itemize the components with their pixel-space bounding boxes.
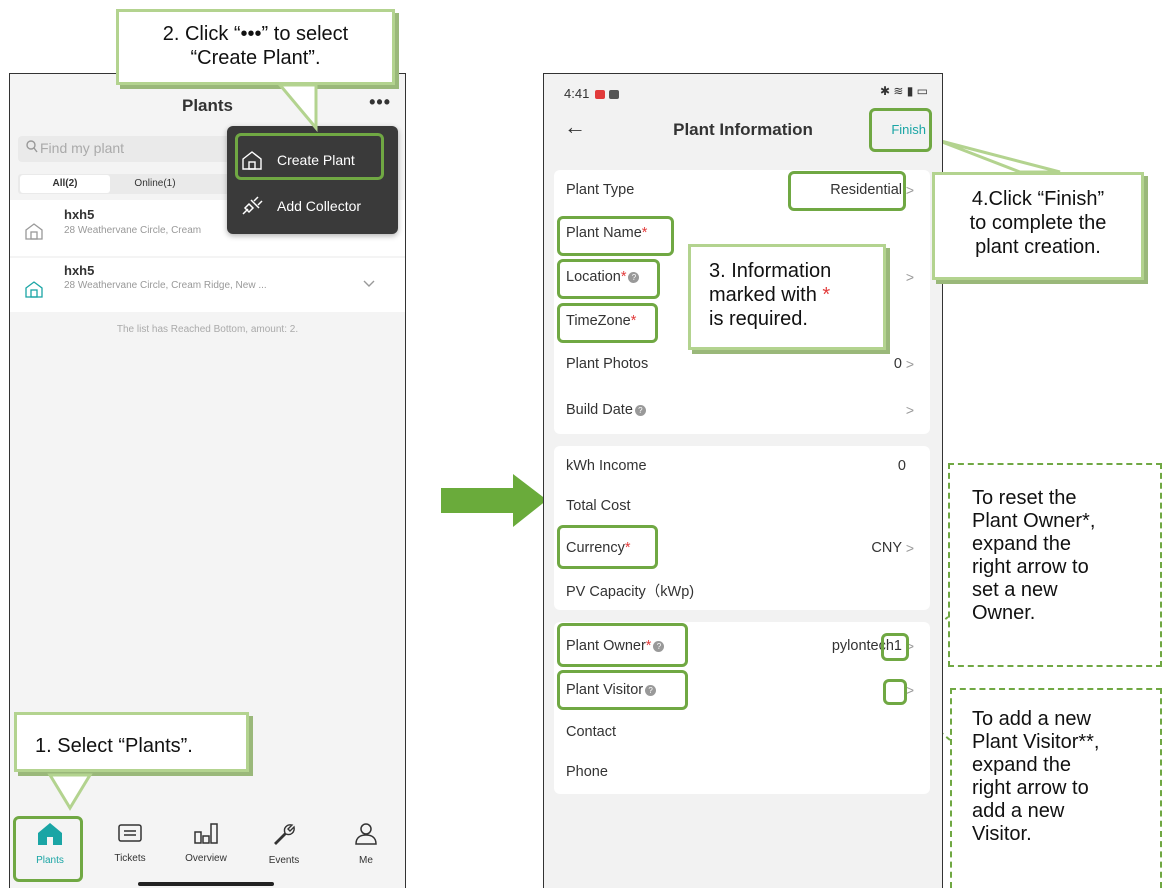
field-label: Total Cost (566, 498, 631, 514)
currency-value: CNY (871, 540, 902, 556)
field-kwh-income[interactable]: kWh Income 0 (554, 448, 930, 488)
visitor-note-line: expand the (972, 754, 1071, 776)
field-plant-photos[interactable]: Plant Photos 0 > (554, 346, 930, 386)
field-label: PV Capacity（kWp) (566, 584, 695, 600)
kwh-income-value: 0 (897, 458, 906, 474)
visitor-note-line: To add a new (972, 708, 1091, 730)
step3-text-line1: 3. Information (709, 260, 832, 282)
highlight-plant-visitor (557, 670, 688, 710)
owner-note-line: Plant Owner*, (972, 510, 1096, 532)
owner-note-line: right arrow to (972, 556, 1089, 578)
highlight-owner-arrow (881, 633, 909, 661)
chevron-right-icon[interactable]: > (906, 682, 914, 698)
plant-photos-count: 0 (893, 356, 902, 372)
help-icon: ? (634, 405, 646, 416)
step4-callout: 4.Click “Finish” to complete the plant c… (932, 172, 1144, 280)
step3-text-line2: marked with * (709, 284, 831, 306)
visitor-note: To add a new Plant Visitor**, expand the… (950, 688, 1162, 888)
step3-callout: 3. Information marked with * is required… (688, 244, 886, 350)
owner-note-line: set a new (972, 579, 1058, 601)
highlight-visitor-arrow (883, 679, 907, 705)
field-label: Build Date? (566, 402, 646, 418)
field-label: Plant Photos (566, 356, 649, 372)
highlight-timezone (557, 303, 658, 343)
visitor-note-line: Plant Visitor**, (972, 731, 1100, 753)
owner-note: To reset the Plant Owner*, expand the ri… (948, 463, 1162, 667)
field-label: Contact (566, 724, 616, 740)
field-build-date[interactable]: Build Date? > (554, 392, 930, 432)
highlight-finish (869, 108, 932, 152)
owner-note-line: To reset the (972, 487, 1077, 509)
owner-note-line: expand the (972, 533, 1071, 555)
chevron-right-icon[interactable]: > (906, 269, 914, 285)
visitor-note-line: Visitor. (972, 823, 1032, 845)
highlight-plant-owner (557, 623, 688, 667)
highlight-location (557, 259, 660, 299)
step4-text-line1: 4.Click “Finish” (971, 188, 1105, 210)
highlight-plant-type (788, 171, 906, 211)
field-contact[interactable]: Contact (554, 714, 930, 754)
step3-text-line3: is required. (709, 308, 808, 330)
status-icons: ✱ ≋ ▮ ▭ (879, 84, 928, 98)
field-label: kWh Income (566, 458, 647, 474)
visitor-note-line: add a new (972, 800, 1065, 822)
chevron-right-icon[interactable]: > (906, 182, 914, 198)
status-time: 4:41 (564, 86, 619, 101)
visitor-note-line: right arrow to (972, 777, 1089, 799)
step4-text-line2: to complete the (969, 212, 1107, 234)
notification-icon (594, 90, 605, 99)
chevron-right-icon[interactable]: > (906, 540, 914, 556)
owner-note-line: Owner. (972, 602, 1036, 624)
field-pv-capacity[interactable]: PV Capacity（kWp) (554, 570, 930, 610)
step4-text-line3: plant creation. (975, 236, 1101, 258)
field-label: Plant Type (566, 182, 635, 198)
field-total-cost[interactable]: Total Cost (554, 488, 930, 528)
field-phone[interactable]: Phone (554, 754, 930, 794)
arrow-right-icon (441, 474, 547, 527)
chevron-right-icon[interactable]: > (906, 402, 914, 418)
highlight-currency (557, 525, 658, 569)
field-label: Phone (566, 764, 608, 780)
highlight-plant-name (557, 216, 674, 256)
message-icon (608, 90, 619, 99)
chevron-right-icon[interactable]: > (906, 356, 914, 372)
